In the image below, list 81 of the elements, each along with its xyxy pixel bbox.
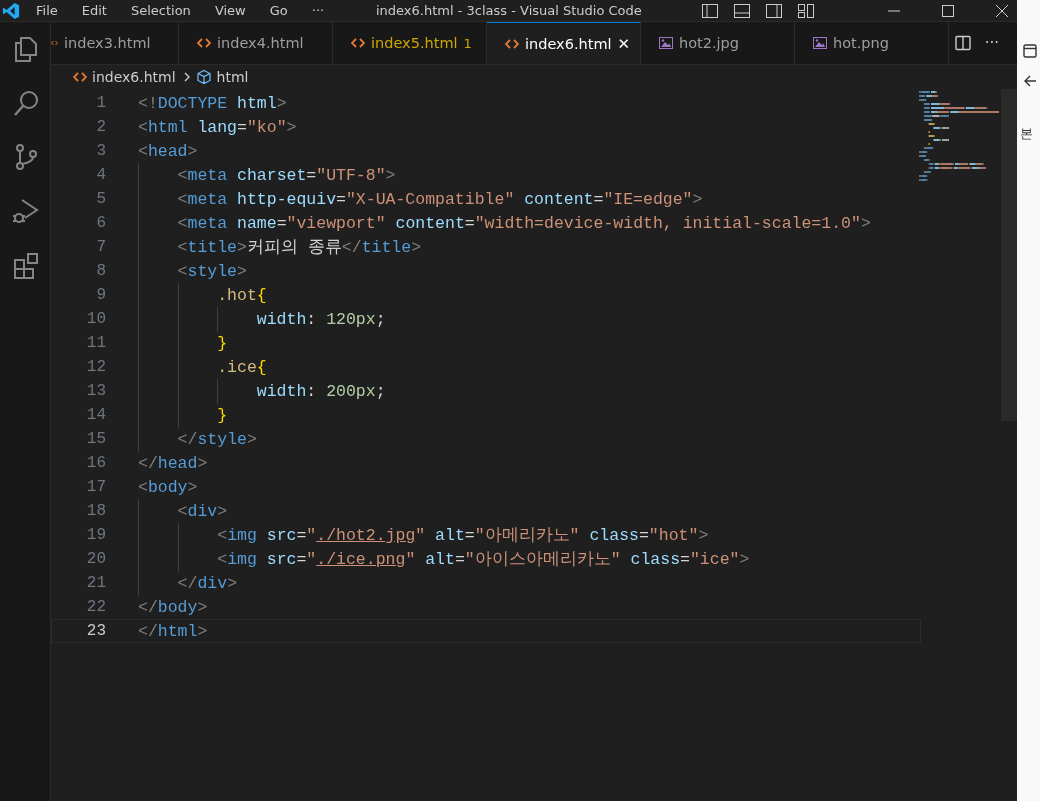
menu-item[interactable]: Selection [130,3,191,18]
line-number: 7 [95,238,106,256]
menu-item[interactable]: Go [269,3,288,18]
layout-icon[interactable] [797,2,815,19]
layout-icon[interactable] [733,2,751,19]
line-number: 23 [85,622,106,640]
page-text: 본 [1019,125,1033,143]
line-number: 11 [85,334,106,352]
line-number: 15 [85,430,106,448]
back-arrow-icon[interactable] [1023,74,1037,88]
code-line: <img src="./ice.png" alt="아이스아메리카노" class="ice"> [216,549,750,570]
line-number: 17 [85,478,106,496]
window-icon [1023,44,1037,58]
line-number: 6 [95,214,106,232]
code-line: <meta charset="UTF-8"> [176,165,396,185]
vscode-logo-icon [2,1,20,20]
window-title: index6.html - 3class - Visual Studio Code [376,3,642,18]
line-number: 3 [95,142,106,160]
breadcrumb-item[interactable]: html [216,69,249,85]
code-line: </style> [176,429,257,449]
code-line: <meta name="viewport" content="width=device-width, initial-scale=1.0"> [176,213,871,233]
line-number: 5 [95,190,106,208]
code-line: </head> [138,453,208,473]
code-line: <html lang="ko"> [138,117,297,137]
run-debug-icon[interactable] [11,196,41,226]
line-number: 22 [85,598,106,616]
code-line: </div> [176,573,238,593]
line-number: 8 [95,262,106,280]
code-line: <head> [138,141,198,161]
line-number: 21 [85,574,106,592]
code-line: <div> [176,501,228,521]
line-number: 9 [95,286,106,304]
code-line: } [216,405,228,425]
line-number: 14 [85,406,106,424]
line-number: 2 [95,118,106,136]
html-file-icon [73,71,87,83]
layout-icon[interactable] [765,2,783,19]
menu-item[interactable]: Edit [81,3,107,18]
maximize-icon[interactable] [941,2,955,19]
line-number: 12 [85,358,106,376]
image-file-icon [813,37,827,49]
editor-tab[interactable]: index6.html ✕ [487,22,641,64]
menu-item[interactable]: ··· [311,3,325,18]
line-number: 13 [85,382,106,400]
line-number: 20 [85,550,106,568]
extensions-icon[interactable] [11,250,41,280]
html-file-icon [351,37,365,49]
code-line: <body> [138,477,198,497]
menu-item[interactable]: View [214,3,246,18]
line-number: 4 [95,166,106,184]
menu-item[interactable]: File [36,3,58,18]
search-icon[interactable] [11,88,41,118]
code-line: .ice{ [216,357,267,377]
close-icon[interactable] [995,2,1009,19]
line-number: 1 [95,94,106,112]
line-number: 19 [85,526,106,544]
code-line: </body> [138,597,208,617]
code-line: <style> [176,261,247,281]
line-number: 18 [85,502,106,520]
code-line: <meta http-equiv="X-UA-Compatible" content="IE=edge"> [176,189,703,209]
cube-icon [195,69,212,85]
code-line: <img src="./hot2.jpg" alt="아메리카노" class="hot"> [216,525,709,546]
code-line: width: 120px; [255,309,386,329]
more-actions-button[interactable]: ··· [984,34,999,52]
html-file-icon [505,37,519,50]
code-line: } [216,333,228,353]
code-line: <!DOCTYPE html> [138,93,287,113]
editor-tab[interactable]: index3.html [51,22,179,64]
code-line: <title>커피의 종류</title> [176,237,422,258]
code-line: .hot{ [216,285,267,305]
layout-icon[interactable] [701,2,719,19]
image-file-icon [659,37,673,49]
code-line: </html> [138,621,208,641]
line-number: 16 [85,454,106,472]
code-line: width: 200px; [255,381,386,401]
html-file-icon [197,37,211,49]
line-number: 10 [85,310,106,328]
close-tab-icon[interactable]: ✕ [617,34,631,53]
chevron-right-icon [182,72,191,82]
breadcrumb-item[interactable]: index6.html [92,69,176,85]
split-editor-icon[interactable] [954,35,971,51]
